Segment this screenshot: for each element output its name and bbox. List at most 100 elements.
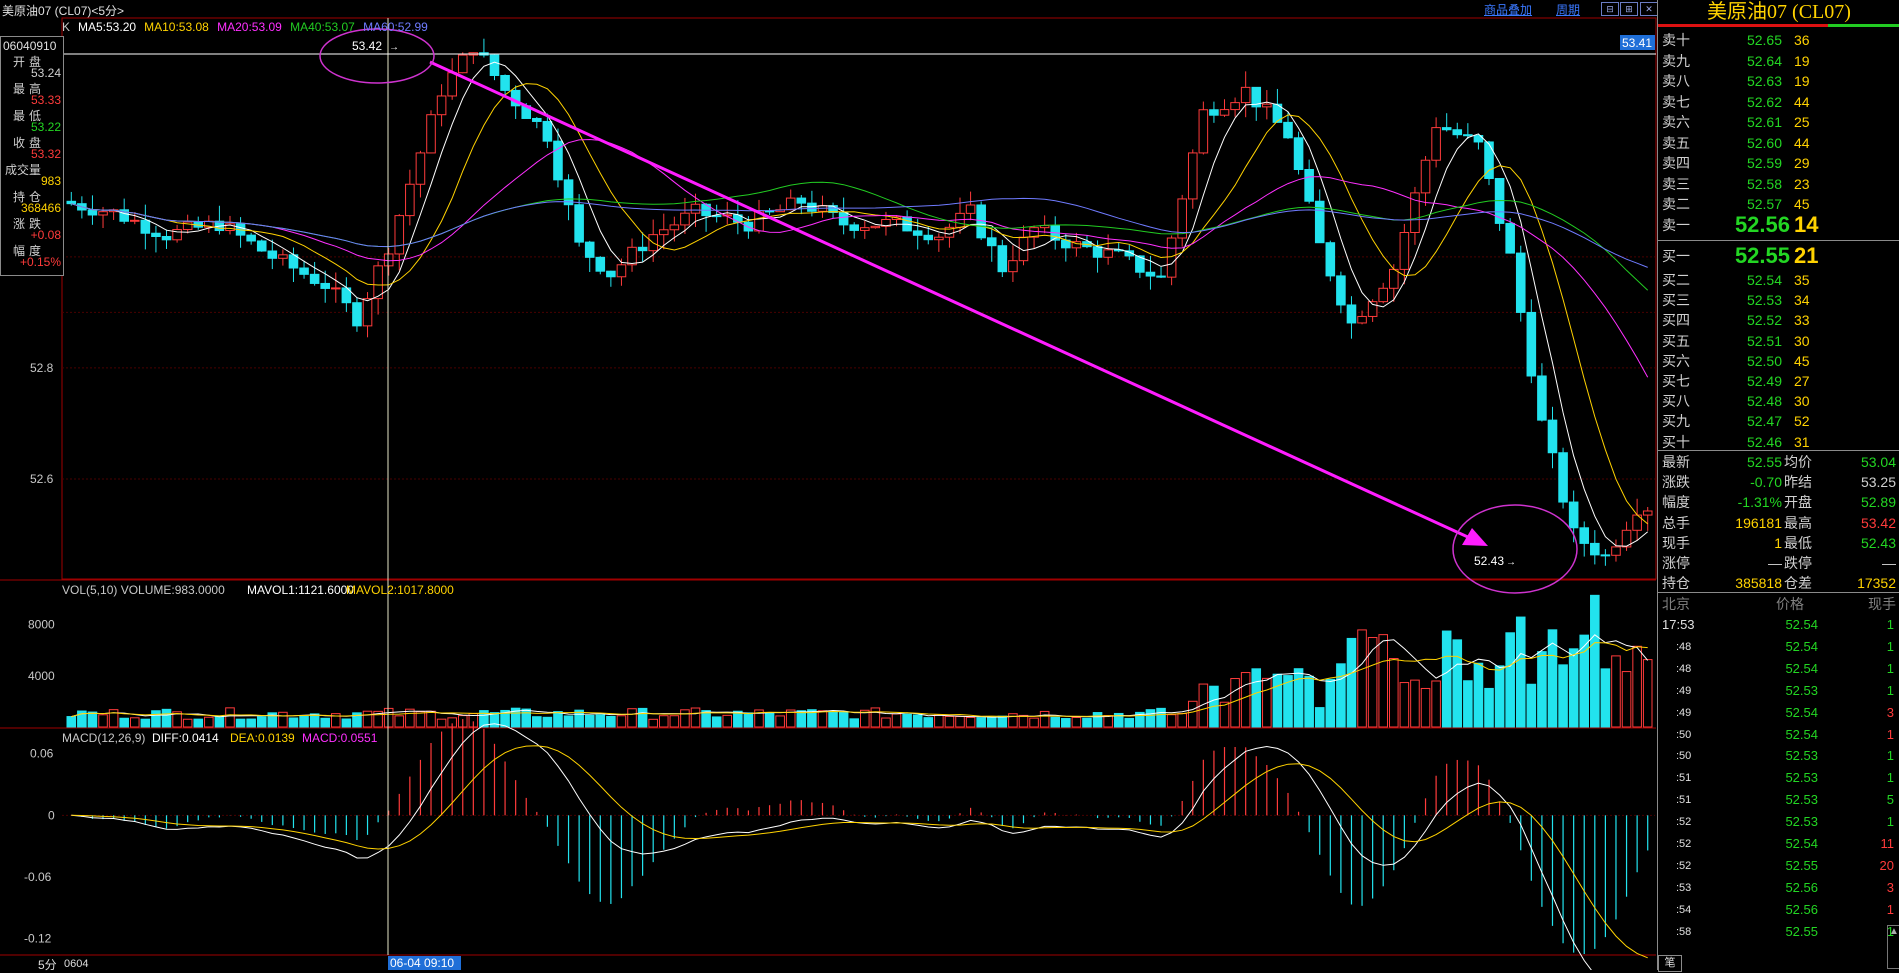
volume-bar <box>934 714 944 728</box>
macd-axis-label: 0 <box>48 808 55 822</box>
ask-row[interactable]: 卖九 52.64 19 <box>1658 51 1899 71</box>
bid-row[interactable]: 买三 52.53 34 <box>1658 290 1899 310</box>
tick-volume: 1 <box>1886 617 1894 632</box>
ask-row[interactable]: 卖十 52.65 36 <box>1658 30 1899 50</box>
candle-up <box>955 212 965 228</box>
volume-bar <box>1082 717 1092 728</box>
candle-down <box>1145 271 1156 277</box>
book-level-label: 卖三 <box>1662 175 1690 192</box>
volume-bar <box>1441 630 1452 728</box>
book-level-label: 买九 <box>1662 413 1690 430</box>
tick-row: 17:53 52.54 1 <box>1658 614 1899 636</box>
candle-up <box>870 225 881 229</box>
book-volume: 30 <box>1794 332 1810 349</box>
volume-bar <box>161 708 172 728</box>
ask-row[interactable]: 卖八 52.63 19 <box>1658 71 1899 91</box>
candle-down <box>246 234 256 242</box>
tick-volume: 1 <box>1886 923 1894 939</box>
volume-bar <box>1473 662 1484 728</box>
bid-row[interactable]: 买九 52.47 52 <box>1658 411 1899 431</box>
volume-bar <box>129 717 140 728</box>
stats-l1: 持仓 <box>1662 575 1690 592</box>
candle-down <box>1293 137 1304 170</box>
price-panel-frame <box>61 17 1657 580</box>
stats-v2: 52.43 <box>1860 534 1896 551</box>
bid-row[interactable]: 买五 52.51 30 <box>1658 331 1899 351</box>
candle-down <box>1283 121 1293 139</box>
candle-up <box>447 72 457 97</box>
kline-chart-area[interactable]: 美原油07 (CL07)<5分> 商品叠加 周期 ⊟ ⊞ ✕ 52.8 52.6 8… <box>0 0 1658 972</box>
volume-bar <box>98 714 108 728</box>
book-volume: 45 <box>1794 196 1810 212</box>
tick-time: :52 <box>1676 816 1692 829</box>
volume-bar <box>204 716 214 728</box>
bid-row[interactable]: 买七 52.49 27 <box>1658 371 1899 391</box>
low-mark-arrow: → <box>1506 557 1516 568</box>
volume-bar <box>553 711 563 728</box>
volume-bar <box>394 715 405 728</box>
stats-row: 最新 52.55 均价 53.04 <box>1658 452 1899 472</box>
tick-time: :53 <box>1676 881 1692 894</box>
timeframe-label[interactable]: 5分 <box>0 955 60 972</box>
tick-row: :58 52.55 1 <box>1658 921 1899 943</box>
high-mark-label: 53.42 <box>352 39 382 53</box>
book-volume: 30 <box>1794 393 1810 410</box>
book-level-label: 买三 <box>1662 292 1690 309</box>
bid-row[interactable]: 买六 52.50 45 <box>1658 351 1899 371</box>
bid-row[interactable]: 买二 52.54 35 <box>1658 270 1899 290</box>
candle-down <box>1600 554 1611 557</box>
ask-row[interactable]: 卖七 52.62 44 <box>1658 92 1899 112</box>
candle-up <box>426 114 436 154</box>
volume-bar <box>1029 717 1039 728</box>
bid-row[interactable]: 买八 52.48 30 <box>1658 391 1899 411</box>
ask-row[interactable]: 卖四 52.59 29 <box>1658 153 1899 173</box>
book-level-label: 卖八 <box>1662 73 1690 89</box>
candle-down <box>796 197 807 204</box>
book-volume: 25 <box>1794 114 1810 130</box>
bid-row[interactable]: 买四 52.52 33 <box>1658 310 1899 330</box>
bid1-row[interactable]: 买一 52.55 21 <box>1658 243 1899 269</box>
candle-up <box>331 287 341 290</box>
ask-row[interactable]: 卖六 52.61 25 <box>1658 112 1899 132</box>
volume-bar <box>151 710 161 728</box>
tick-time: :52 <box>1676 859 1692 872</box>
tick-price: 52.53 <box>1785 770 1818 786</box>
candle-up <box>669 224 680 231</box>
tab-ticks[interactable]: 笔 <box>1658 955 1682 972</box>
tick-row: :53 52.56 3 <box>1658 877 1899 899</box>
volume-bar <box>616 715 627 728</box>
candle-down <box>584 241 595 258</box>
book-price: 52.59 <box>1746 155 1782 171</box>
tick-price: 52.56 <box>1785 901 1818 917</box>
candle-down <box>1441 127 1452 131</box>
ask1-row[interactable]: 卖一 52.56 14 <box>1658 212 1899 238</box>
macd-dea-line <box>71 745 1648 959</box>
volume-bar <box>320 717 331 728</box>
chart-canvas[interactable]: 52.8 52.6 8000 4000 0.06 0 -0.06 -0.12 K MA5:53.… <box>0 0 1657 970</box>
candle-up <box>680 212 690 226</box>
candle-down <box>151 232 161 237</box>
stats-v1: 385818 <box>1735 575 1782 592</box>
high-mark-arrow: → <box>389 42 399 53</box>
ask-row[interactable]: 卖五 52.60 44 <box>1658 133 1899 153</box>
ask-row[interactable]: 卖二 52.57 45 <box>1658 194 1899 214</box>
stats-v1: 52.55 <box>1746 454 1782 470</box>
candle-down <box>574 204 584 243</box>
volume-bar <box>1526 683 1537 728</box>
bid-row[interactable]: 买十 52.46 31 <box>1658 432 1899 452</box>
volume-bar <box>1537 651 1547 728</box>
candle-down <box>1156 275 1166 278</box>
macd-lines <box>71 723 1648 970</box>
volume-bar <box>1558 664 1568 728</box>
tick-scrollbar[interactable]: ▲ <box>1887 925 1899 969</box>
stats-v2: 52.89 <box>1860 494 1896 511</box>
volume-bar <box>1621 671 1632 728</box>
stats-l1: 现手 <box>1662 534 1690 551</box>
volume-bar <box>235 718 246 728</box>
candle-down <box>606 270 616 278</box>
candle-down <box>1558 452 1568 503</box>
volume-bar <box>299 715 309 728</box>
stats-row: 涨跌 -0.70 昨结 53.25 <box>1658 472 1899 492</box>
ask-row[interactable]: 卖三 52.58 23 <box>1658 174 1899 194</box>
volume-bar <box>1219 701 1230 728</box>
